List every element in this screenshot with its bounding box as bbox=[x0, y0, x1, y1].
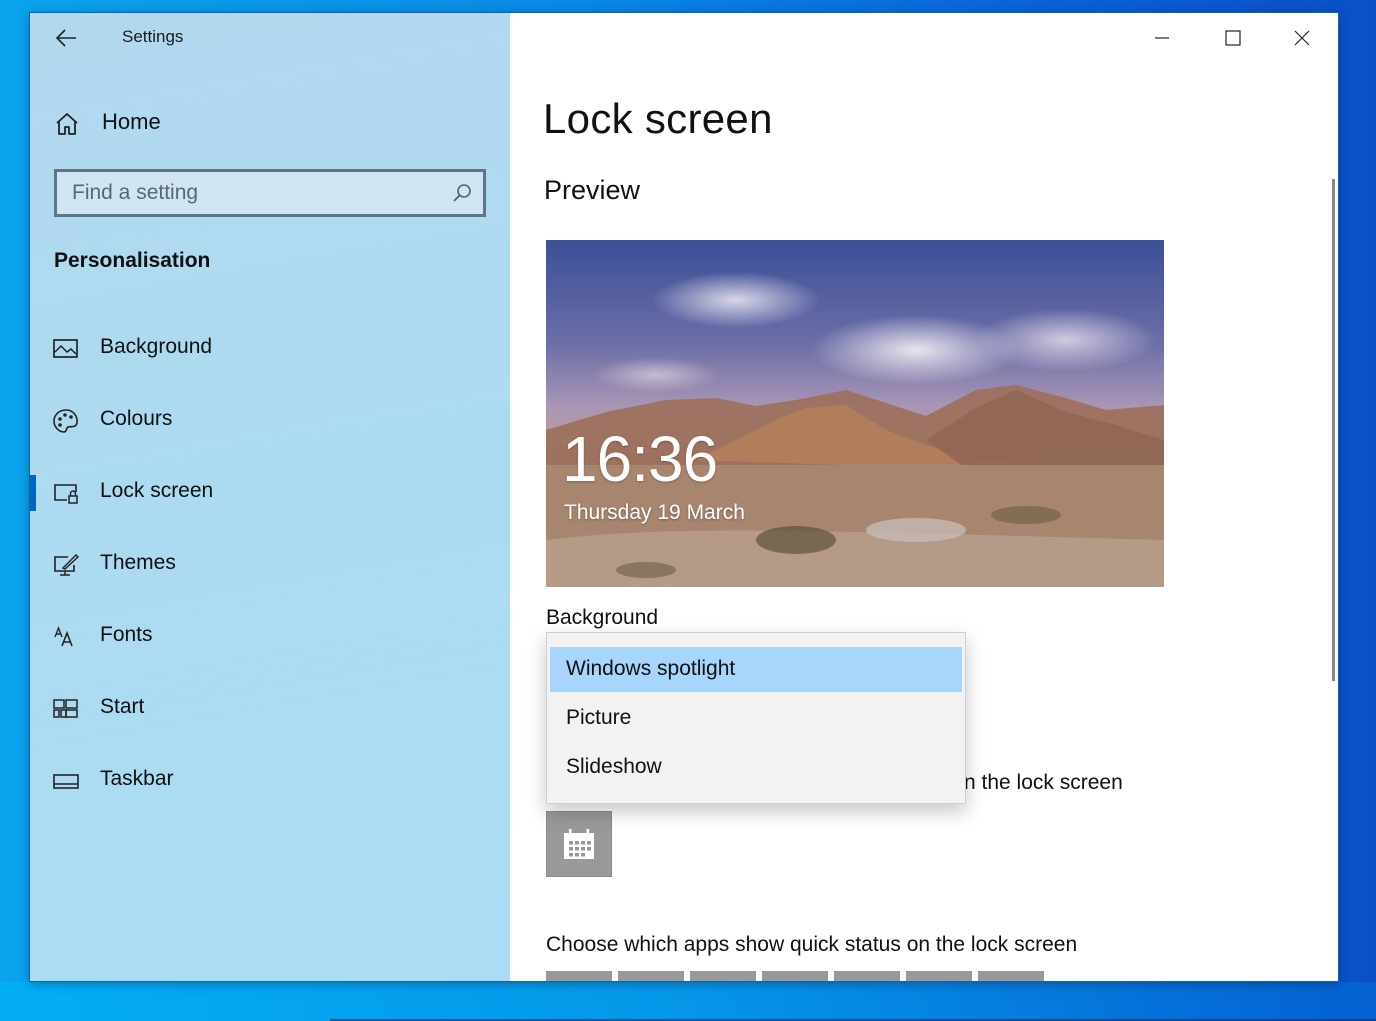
lock-screen-icon bbox=[54, 484, 78, 504]
sidebar-item-label: Start bbox=[100, 695, 145, 718]
sidebar: Settings Home Personalisation Background… bbox=[30, 13, 510, 981]
page-title: Lock screen bbox=[543, 95, 773, 142]
sidebar-item-themes[interactable]: Themes bbox=[30, 537, 510, 593]
quick-status-app-button[interactable] bbox=[906, 971, 972, 981]
sidebar-item-label: Lock screen bbox=[100, 479, 214, 502]
title-bar: Settings bbox=[30, 13, 510, 63]
maximize-button[interactable] bbox=[1199, 13, 1267, 63]
sidebar-item-home[interactable]: Home bbox=[30, 101, 510, 145]
start-icon bbox=[53, 699, 78, 718]
sidebar-item-label: Themes bbox=[100, 551, 176, 574]
settings-window: Settings Home Personalisation Background… bbox=[30, 13, 1338, 981]
close-icon bbox=[1294, 30, 1310, 46]
sidebar-item-fonts[interactable]: Fonts bbox=[30, 609, 510, 665]
close-button[interactable] bbox=[1268, 13, 1336, 63]
themes-icon bbox=[54, 554, 80, 576]
sidebar-item-start[interactable]: Start bbox=[30, 681, 510, 737]
taskbar-icon bbox=[53, 774, 79, 789]
background-dropdown-list[interactable]: Windows spotlight Picture Slideshow bbox=[546, 632, 966, 804]
quick-status-app-button[interactable] bbox=[618, 971, 684, 981]
section-title: Personalisation bbox=[54, 249, 211, 272]
lock-screen-preview: 16:36 Thursday 19 March bbox=[546, 240, 1164, 587]
palette-icon bbox=[53, 409, 78, 433]
app-title: Settings bbox=[122, 27, 184, 46]
dropdown-option-windows-spotlight[interactable]: Windows spotlight bbox=[550, 647, 962, 692]
search-box[interactable] bbox=[54, 169, 486, 217]
back-arrow-icon bbox=[55, 29, 76, 47]
active-indicator bbox=[30, 475, 36, 511]
sidebar-item-label: Background bbox=[100, 335, 213, 358]
background-label: Background bbox=[546, 606, 659, 629]
dropdown-option-picture[interactable]: Picture bbox=[550, 696, 962, 741]
quick-status-app-button[interactable] bbox=[834, 971, 900, 981]
minimize-icon bbox=[1155, 37, 1169, 39]
sidebar-item-colours[interactable]: Colours bbox=[30, 393, 510, 449]
minimize-button[interactable] bbox=[1128, 13, 1196, 63]
quick-status-heading: Choose which apps show quick status on t… bbox=[546, 933, 1078, 956]
quick-status-app-button[interactable] bbox=[546, 971, 612, 981]
landscape-image bbox=[546, 385, 1164, 587]
desktop-background bbox=[0, 982, 1376, 1021]
sidebar-item-label: Taskbar bbox=[100, 767, 174, 790]
quick-status-app-button[interactable] bbox=[690, 971, 756, 981]
search-input[interactable] bbox=[57, 172, 452, 214]
dropdown-option-label: Slideshow bbox=[566, 755, 662, 778]
quick-status-app-button[interactable] bbox=[978, 971, 1044, 981]
preview-heading: Preview bbox=[544, 175, 641, 205]
sidebar-item-label: Fonts bbox=[100, 623, 153, 646]
quick-status-app-button[interactable] bbox=[762, 971, 828, 981]
sidebar-item-taskbar[interactable]: Taskbar bbox=[30, 753, 510, 809]
sidebar-item-lock-screen[interactable]: Lock screen bbox=[30, 465, 510, 521]
detailed-status-label: n the lock screen bbox=[964, 771, 1123, 794]
content-pane: Lock screen Preview 16:36 Thursday 19 Ma… bbox=[510, 13, 1338, 981]
maximize-icon bbox=[1225, 30, 1241, 46]
home-icon bbox=[56, 113, 78, 135]
calendar-icon bbox=[564, 829, 594, 859]
dropdown-option-label: Windows spotlight bbox=[566, 657, 736, 680]
scrollbar[interactable] bbox=[1332, 179, 1335, 681]
detailed-status-app-button[interactable] bbox=[546, 811, 612, 877]
dropdown-option-slideshow[interactable]: Slideshow bbox=[550, 745, 962, 790]
sidebar-item-label: Colours bbox=[100, 407, 173, 430]
sidebar-item-label: Home bbox=[102, 109, 161, 134]
lock-screen-date: Thursday 19 March bbox=[564, 501, 745, 524]
lock-screen-time: 16:36 bbox=[562, 423, 718, 495]
sidebar-item-background[interactable]: Background bbox=[30, 321, 510, 377]
picture-icon bbox=[53, 339, 78, 358]
fonts-icon bbox=[54, 626, 73, 647]
dropdown-option-label: Picture bbox=[566, 706, 632, 729]
back-button[interactable] bbox=[48, 23, 84, 53]
search-icon[interactable] bbox=[451, 182, 473, 204]
